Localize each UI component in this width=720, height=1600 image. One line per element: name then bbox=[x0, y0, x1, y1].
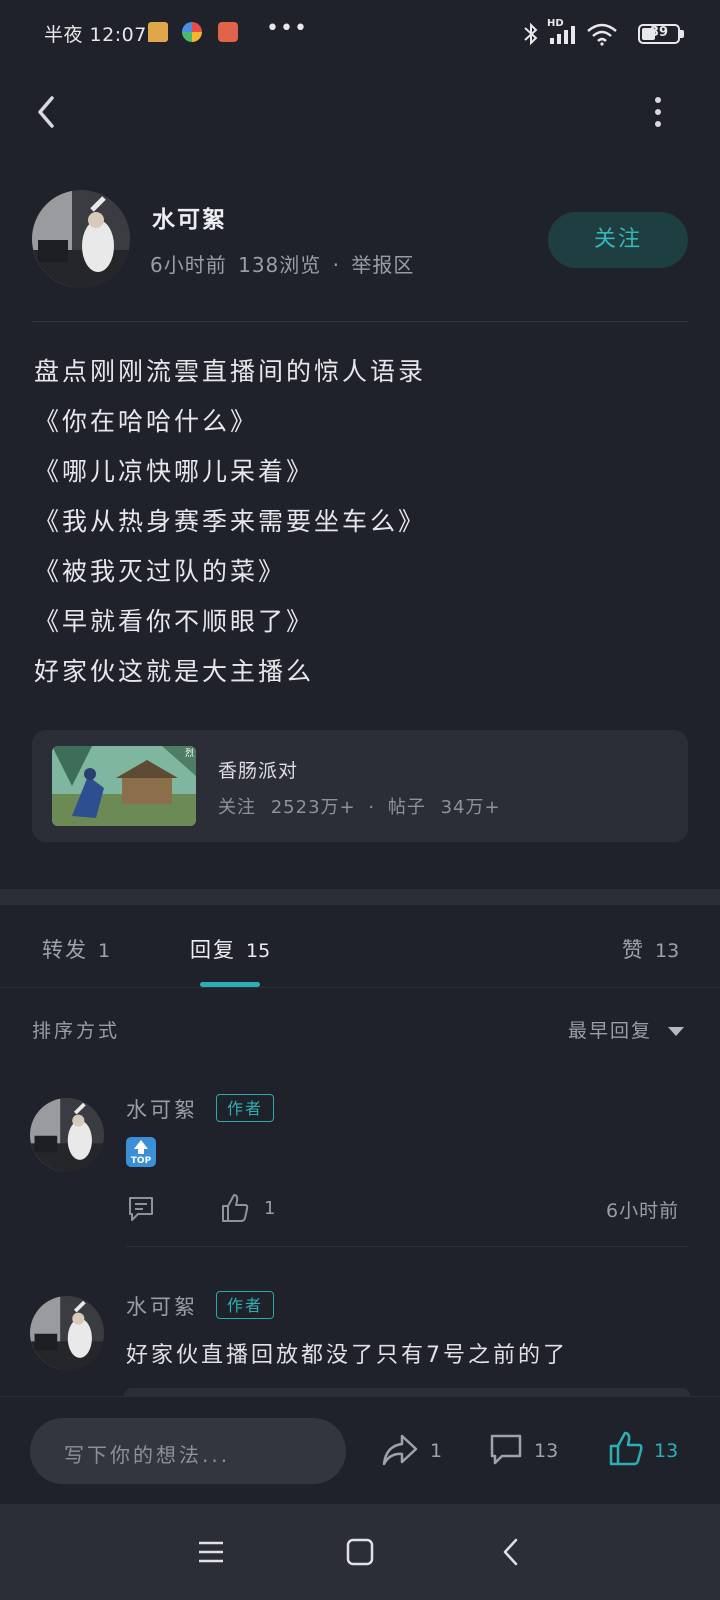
section-separator bbox=[0, 889, 720, 905]
topic-stats: 关注 2523万+ · 帖子 34万+ bbox=[218, 793, 501, 819]
tab-reposts[interactable]: 转发 1 bbox=[42, 934, 110, 964]
comment-text: 好家伙直播回放都没了只有7号之前的了 bbox=[126, 1343, 568, 1368]
like-count: 13 bbox=[654, 1440, 679, 1462]
nav-back-icon[interactable] bbox=[498, 1536, 524, 1568]
author-avatar[interactable] bbox=[32, 190, 130, 288]
tabs-divider bbox=[0, 987, 720, 988]
post-text-line: 好家伙这就是大主播么 bbox=[34, 657, 315, 686]
top-emoji-text: TOP bbox=[130, 1156, 152, 1166]
like-icon[interactable] bbox=[220, 1192, 250, 1224]
status-time: 半夜 12:07 bbox=[44, 24, 147, 46]
tab-likes-count: 13 bbox=[655, 940, 680, 962]
shop-bag-icon bbox=[218, 22, 238, 42]
share-icon[interactable] bbox=[380, 1432, 420, 1468]
menu-icon[interactable] bbox=[196, 1538, 226, 1566]
comment-avatar[interactable] bbox=[30, 1296, 104, 1370]
comment-author[interactable]: 水可絮 bbox=[126, 1094, 198, 1124]
tab-reposts-label: 转发 bbox=[42, 938, 88, 962]
topic-thumb-badge: 烈 bbox=[184, 749, 194, 759]
tab-likes-label: 赞 bbox=[622, 938, 645, 962]
post-text-line: 《早就看你不顺眼了》 bbox=[34, 607, 315, 636]
topic-thumbnail-image bbox=[52, 746, 196, 826]
topic-name: 香肠派对 bbox=[218, 760, 299, 782]
bluetooth-icon bbox=[524, 22, 538, 46]
comment-icon[interactable] bbox=[488, 1432, 524, 1468]
game-center-icon bbox=[182, 22, 202, 42]
sort-dropdown[interactable]: 最早回复 bbox=[568, 1016, 652, 1043]
more-options-button[interactable] bbox=[646, 92, 670, 132]
author-badge: 作者 bbox=[216, 1094, 275, 1122]
battery-level: 39 bbox=[649, 25, 669, 40]
author-divider bbox=[32, 321, 688, 322]
post-text-line: 《我从热身赛季来需要坐车么》 bbox=[34, 507, 427, 536]
avatar-image bbox=[30, 1098, 104, 1172]
topic-follow-count: 2523万+ bbox=[270, 797, 356, 818]
avatar-image bbox=[32, 190, 130, 288]
comment-count: 13 bbox=[534, 1440, 559, 1462]
wifi-icon bbox=[587, 23, 617, 46]
avatar-image bbox=[30, 1296, 104, 1370]
home-icon[interactable] bbox=[344, 1536, 376, 1568]
post-text-line: 《哪儿凉快哪儿呆着》 bbox=[34, 457, 315, 486]
tab-replies[interactable]: 回复 15 bbox=[190, 934, 270, 964]
post-meta: 6小时前 138浏览 · 举报区 bbox=[150, 249, 418, 278]
comment-time: 6小时前 bbox=[606, 1200, 680, 1222]
tab-reposts-count: 1 bbox=[98, 940, 111, 962]
top-emoji-icon: TOP bbox=[126, 1137, 156, 1167]
battery-icon: 39 bbox=[638, 24, 680, 44]
topic-posts-label: 帖子 bbox=[387, 797, 426, 818]
follow-button[interactable]: 关注 bbox=[548, 212, 688, 268]
post-text-line: 盘点刚刚流雲直播间的惊人语录 bbox=[34, 357, 427, 386]
comment-author[interactable]: 水可絮 bbox=[126, 1291, 198, 1321]
battery-cap bbox=[680, 30, 684, 38]
tab-replies-count: 15 bbox=[246, 940, 271, 962]
message-notification-icon bbox=[148, 22, 168, 42]
post-text-line: 《你在哈哈什么》 bbox=[34, 407, 259, 436]
more-notifications-icon: ••• bbox=[266, 16, 308, 41]
post-zone[interactable]: 举报区 bbox=[351, 253, 414, 277]
post-views: 138浏览 bbox=[238, 253, 322, 277]
share-count: 1 bbox=[430, 1440, 443, 1462]
author-name[interactable]: 水可絮 bbox=[152, 200, 227, 234]
comment-input-placeholder: 写下你的想法... bbox=[64, 1443, 231, 1467]
post-text-line: 《被我灭过队的菜》 bbox=[34, 557, 287, 586]
back-button[interactable] bbox=[28, 88, 68, 136]
reply-icon[interactable] bbox=[126, 1194, 156, 1224]
comment-like-count: 1 bbox=[264, 1198, 276, 1219]
like-icon[interactable] bbox=[608, 1430, 644, 1468]
comment-divider bbox=[126, 1246, 688, 1247]
meta-separator: · bbox=[332, 253, 340, 277]
sort-label: 排序方式 bbox=[32, 1020, 121, 1042]
post-time: 6小时前 bbox=[150, 253, 227, 277]
comment-avatar[interactable] bbox=[30, 1098, 104, 1172]
topic-stats-dot: · bbox=[368, 797, 376, 818]
tab-replies-label: 回复 bbox=[190, 938, 236, 962]
signal-icon bbox=[550, 26, 575, 44]
chevron-down-icon[interactable] bbox=[668, 1027, 684, 1036]
topic-thumbnail: 烈 bbox=[52, 746, 196, 826]
tab-likes[interactable]: 赞 13 bbox=[622, 934, 679, 964]
topic-posts-count: 34万+ bbox=[440, 797, 501, 818]
topic-follow-label: 关注 bbox=[218, 797, 256, 818]
author-badge: 作者 bbox=[216, 1291, 275, 1319]
